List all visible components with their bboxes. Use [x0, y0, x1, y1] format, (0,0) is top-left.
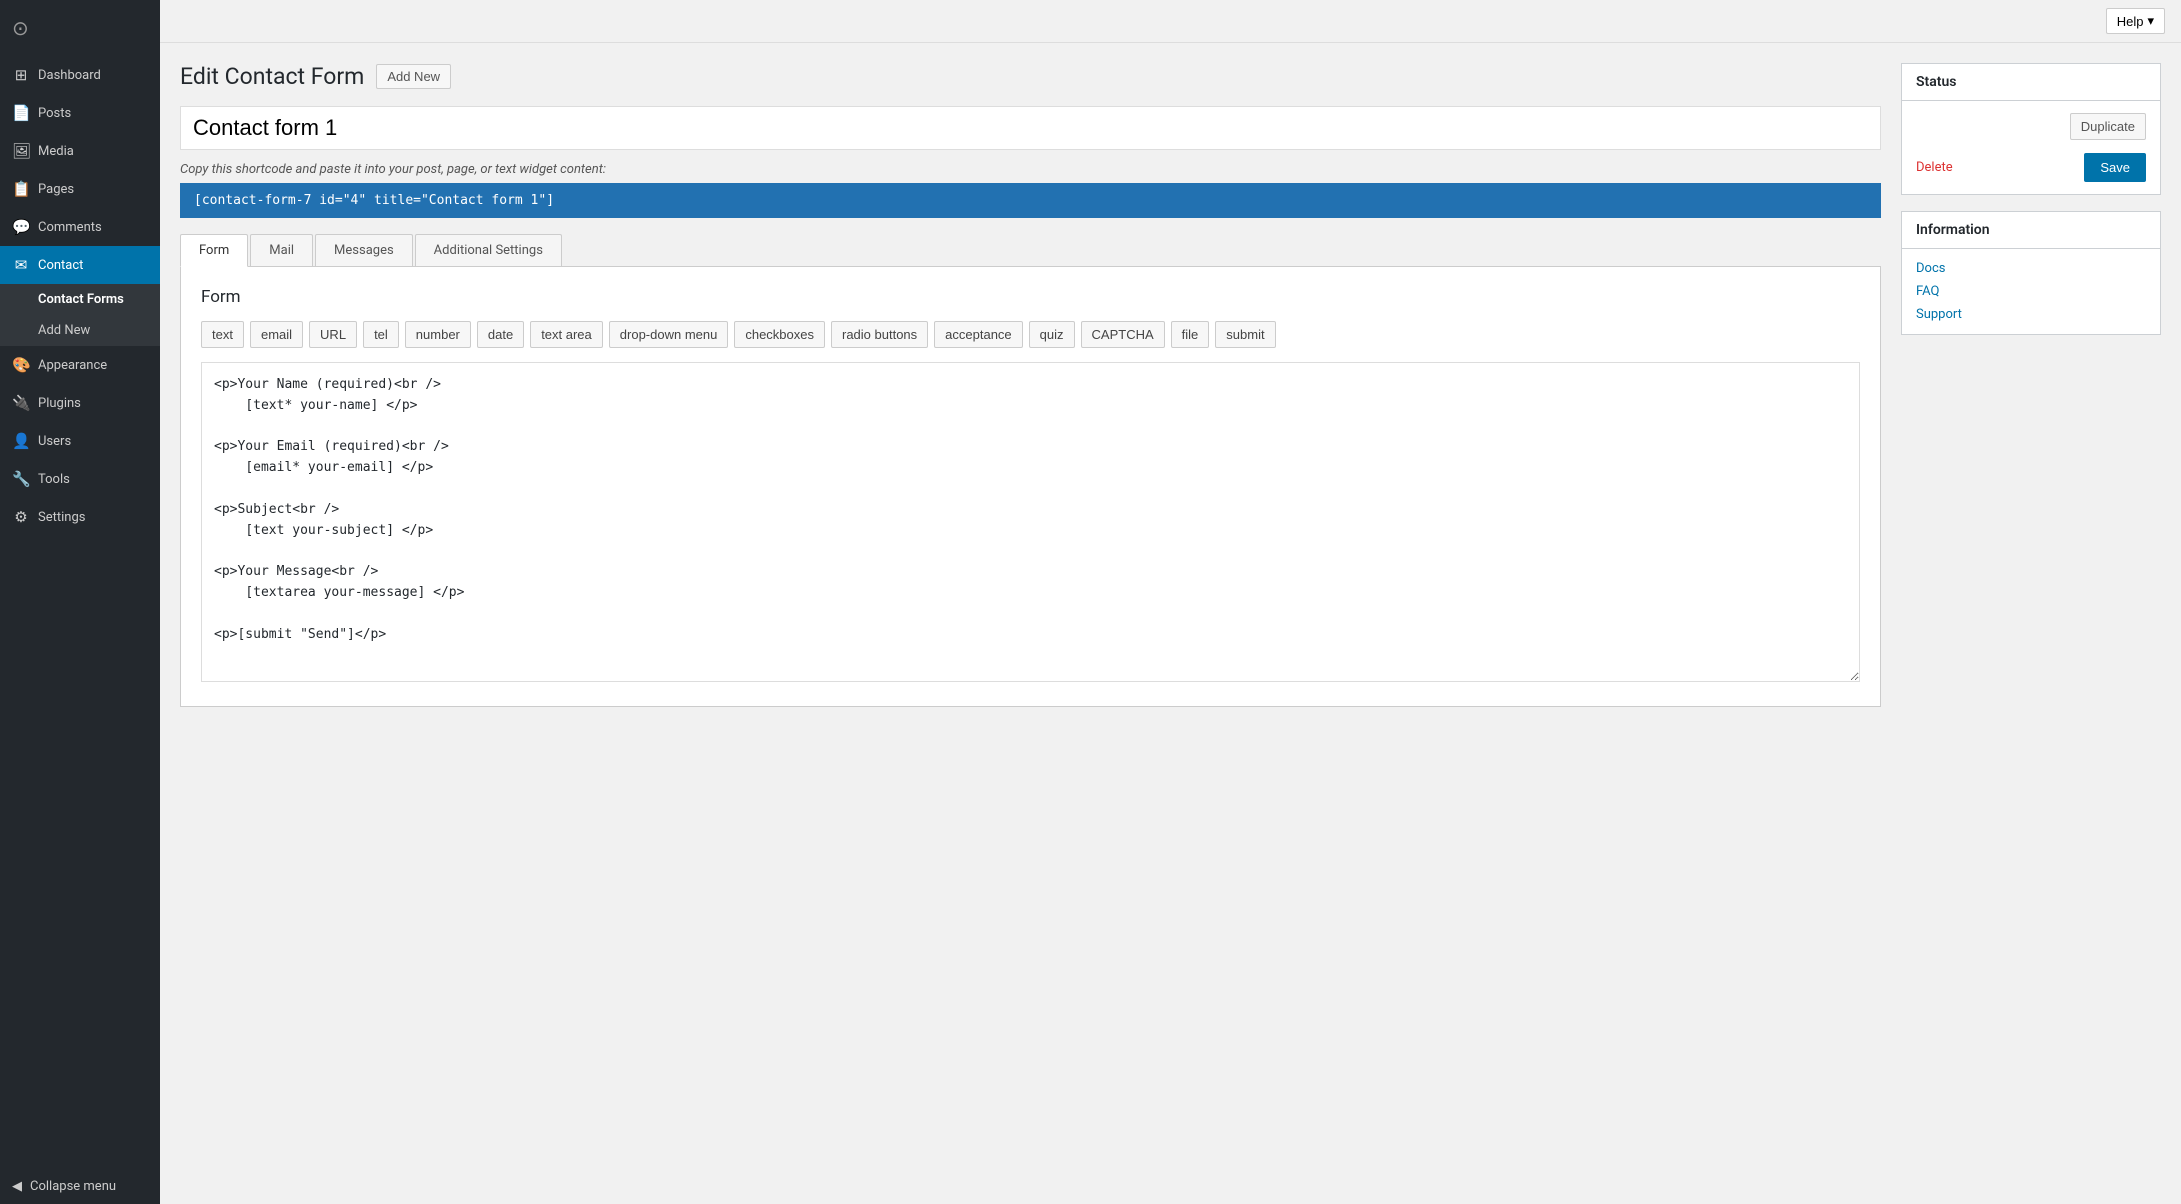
sidebar-item-settings[interactable]: ⚙ Settings [0, 498, 160, 536]
collapse-menu-button[interactable]: ◀ Collapse menu [0, 1169, 160, 1204]
tag-button-text-area[interactable]: text area [530, 321, 603, 348]
status-box-title: Status [1902, 64, 2160, 101]
form-section-title: Form [201, 287, 1860, 307]
contact-icon: ✉ [12, 256, 30, 274]
tag-button-number[interactable]: number [405, 321, 471, 348]
sidebar-item-pages[interactable]: 📋 Pages [0, 170, 160, 208]
sidebar-item-contact[interactable]: ✉ Contact [0, 246, 160, 284]
form-title-input[interactable] [180, 106, 1881, 150]
tag-buttons-container: textemailURLtelnumberdatetext areadrop-d… [201, 321, 1860, 348]
tools-icon: 🔧 [12, 470, 30, 488]
status-actions: Delete Save [1916, 153, 2146, 182]
plugins-icon: 🔌 [12, 394, 30, 412]
tag-button-checkboxes[interactable]: checkboxes [734, 321, 825, 348]
tab-messages[interactable]: Messages [315, 234, 413, 266]
tab-form[interactable]: Form [180, 234, 248, 267]
main-area: Help ▾ Edit Contact Form Add New Copy th… [160, 0, 2181, 1204]
page-header: Edit Contact Form Add New [180, 63, 1881, 90]
information-box-title: Information [1902, 212, 2160, 249]
shortcode-box[interactable]: [contact-form-7 id="4" title="Contact fo… [180, 183, 1881, 218]
info-link-faq[interactable]: FAQ [1916, 284, 2146, 299]
tag-button-file[interactable]: file [1171, 321, 1210, 348]
contact-submenu: Contact Forms Add New [0, 284, 160, 346]
info-link-support[interactable]: Support [1916, 307, 2146, 322]
tag-button-acceptance[interactable]: acceptance [934, 321, 1023, 348]
form-code-textarea[interactable] [201, 362, 1860, 682]
tag-button-date[interactable]: date [477, 321, 524, 348]
information-box-content: Docs FAQ Support [1902, 249, 2160, 334]
tag-button-radio-buttons[interactable]: radio buttons [831, 321, 928, 348]
sidebar-item-users[interactable]: 👤 Users [0, 422, 160, 460]
status-box: Status Duplicate Delete Save [1901, 63, 2161, 195]
save-button[interactable]: Save [2084, 153, 2146, 182]
sidebar-item-appearance[interactable]: 🎨 Appearance [0, 346, 160, 384]
right-sidebar: Status Duplicate Delete Save Information… [1901, 63, 2161, 1184]
status-box-content: Duplicate Delete Save [1902, 101, 2160, 194]
site-logo: ⊙ [0, 0, 160, 56]
info-link-docs[interactable]: Docs [1916, 261, 2146, 276]
topbar: Help ▾ [160, 0, 2181, 43]
sidebar-item-tools[interactable]: 🔧 Tools [0, 460, 160, 498]
tag-button-text[interactable]: text [201, 321, 244, 348]
help-button[interactable]: Help ▾ [2106, 8, 2165, 34]
add-new-button[interactable]: Add New [376, 64, 451, 89]
tag-button-submit[interactable]: submit [1215, 321, 1275, 348]
shortcode-label: Copy this shortcode and paste it into yo… [180, 162, 1881, 177]
info-links: Docs FAQ Support [1916, 261, 2146, 322]
tag-button-email[interactable]: email [250, 321, 303, 348]
form-panel: Form textemailURLtelnumberdatetext aread… [180, 267, 1881, 707]
tag-button-quiz[interactable]: quiz [1029, 321, 1075, 348]
pages-icon: 📋 [12, 180, 30, 198]
collapse-icon: ◀ [12, 1179, 22, 1194]
tag-button-tel[interactable]: tel [363, 321, 399, 348]
chevron-down-icon: ▾ [2147, 13, 2154, 29]
sidebar-item-comments[interactable]: 💬 Comments [0, 208, 160, 246]
users-icon: 👤 [12, 432, 30, 450]
tab-additional-settings[interactable]: Additional Settings [415, 234, 562, 266]
tag-button-captcha[interactable]: CAPTCHA [1081, 321, 1165, 348]
dashboard-icon: ⊞ [12, 66, 30, 84]
form-tabs: Form Mail Messages Additional Settings [180, 234, 1881, 267]
duplicate-button[interactable]: Duplicate [2070, 113, 2146, 140]
sidebar-item-posts[interactable]: 📄 Posts [0, 94, 160, 132]
sidebar-subitem-contact-forms[interactable]: Contact Forms [0, 284, 160, 315]
sidebar-item-media[interactable]: 🖼 Media [0, 132, 160, 170]
main-panel: Edit Contact Form Add New Copy this shor… [180, 63, 1881, 1184]
tag-button-drop-down-menu[interactable]: drop-down menu [609, 321, 729, 348]
sidebar: ⊙ ⊞ Dashboard 📄 Posts 🖼 Media 📋 Pages 💬 … [0, 0, 160, 1204]
page-title: Edit Contact Form [180, 63, 364, 90]
delete-link[interactable]: Delete [1916, 160, 1953, 175]
sidebar-subitem-add-new[interactable]: Add New [0, 315, 160, 346]
wordpress-icon: ⊙ [12, 16, 29, 40]
tag-button-url[interactable]: URL [309, 321, 357, 348]
sidebar-item-dashboard[interactable]: ⊞ Dashboard [0, 56, 160, 94]
information-box: Information Docs FAQ Support [1901, 211, 2161, 335]
appearance-icon: 🎨 [12, 356, 30, 374]
content-area: Edit Contact Form Add New Copy this shor… [160, 43, 2181, 1204]
sidebar-item-plugins[interactable]: 🔌 Plugins [0, 384, 160, 422]
posts-icon: 📄 [12, 104, 30, 122]
media-icon: 🖼 [12, 142, 30, 160]
comments-icon: 💬 [12, 218, 30, 236]
tab-mail[interactable]: Mail [250, 234, 313, 266]
settings-icon: ⚙ [12, 508, 30, 526]
